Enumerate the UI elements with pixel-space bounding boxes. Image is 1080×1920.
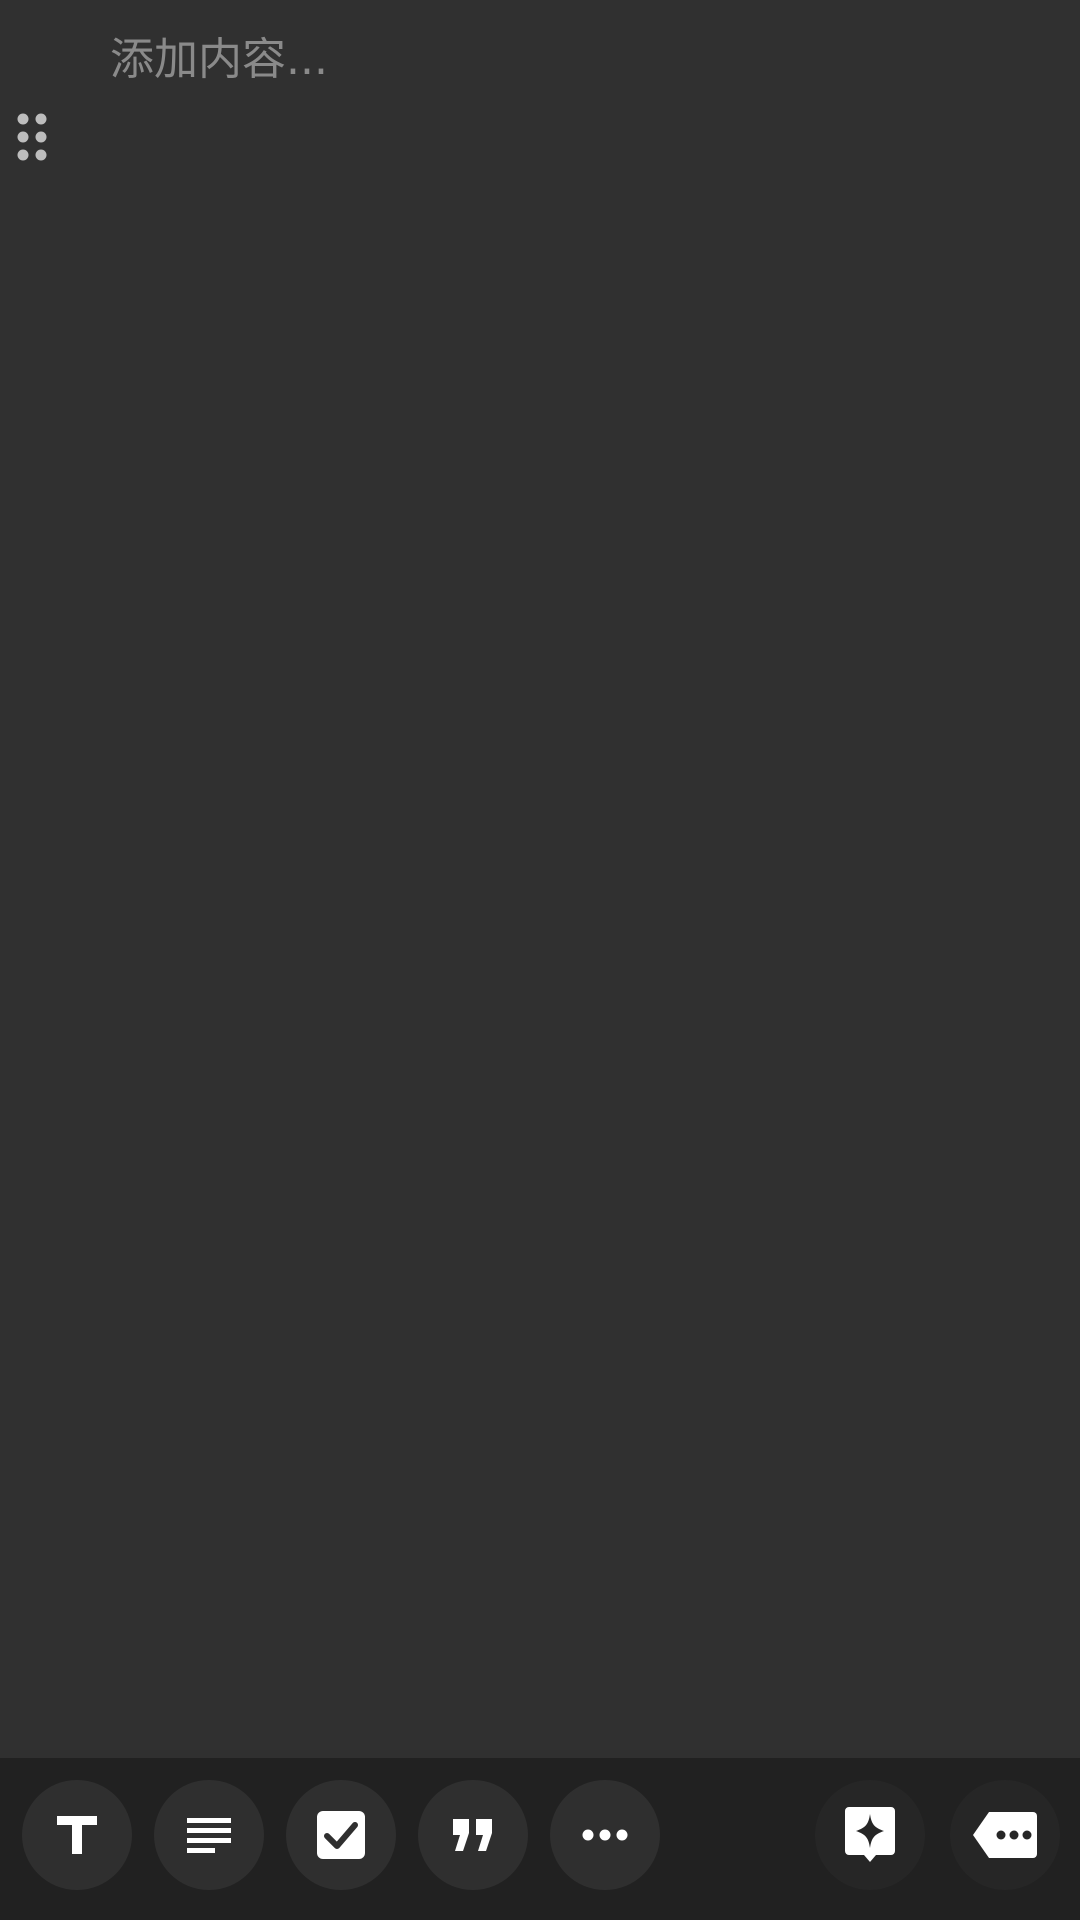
paragraph-lines-icon — [187, 1818, 231, 1853]
hide-keyboard-button[interactable] — [950, 1780, 1060, 1890]
paragraph-button[interactable] — [154, 1780, 264, 1890]
drag-handle-icon[interactable] — [16, 112, 50, 162]
note-editor-screen: 添加内容... — [0, 0, 1080, 1920]
more-button[interactable] — [550, 1780, 660, 1890]
checklist-button[interactable] — [286, 1780, 396, 1890]
ai-assist-button[interactable] — [815, 1780, 925, 1890]
keyboard-hide-icon — [973, 1812, 1037, 1858]
content-placeholder[interactable]: 添加内容... — [110, 30, 328, 90]
title-button[interactable] — [22, 1780, 132, 1890]
quote-button[interactable] — [418, 1780, 528, 1890]
title-t-icon — [57, 1816, 97, 1854]
format-toolbar — [0, 1758, 1080, 1920]
more-dots-icon — [582, 1829, 628, 1841]
quote-icon — [453, 1819, 492, 1851]
ai-sparkle-icon — [845, 1807, 895, 1862]
editor-area[interactable]: 添加内容... — [0, 0, 1080, 1758]
checkbox-icon — [317, 1811, 365, 1859]
